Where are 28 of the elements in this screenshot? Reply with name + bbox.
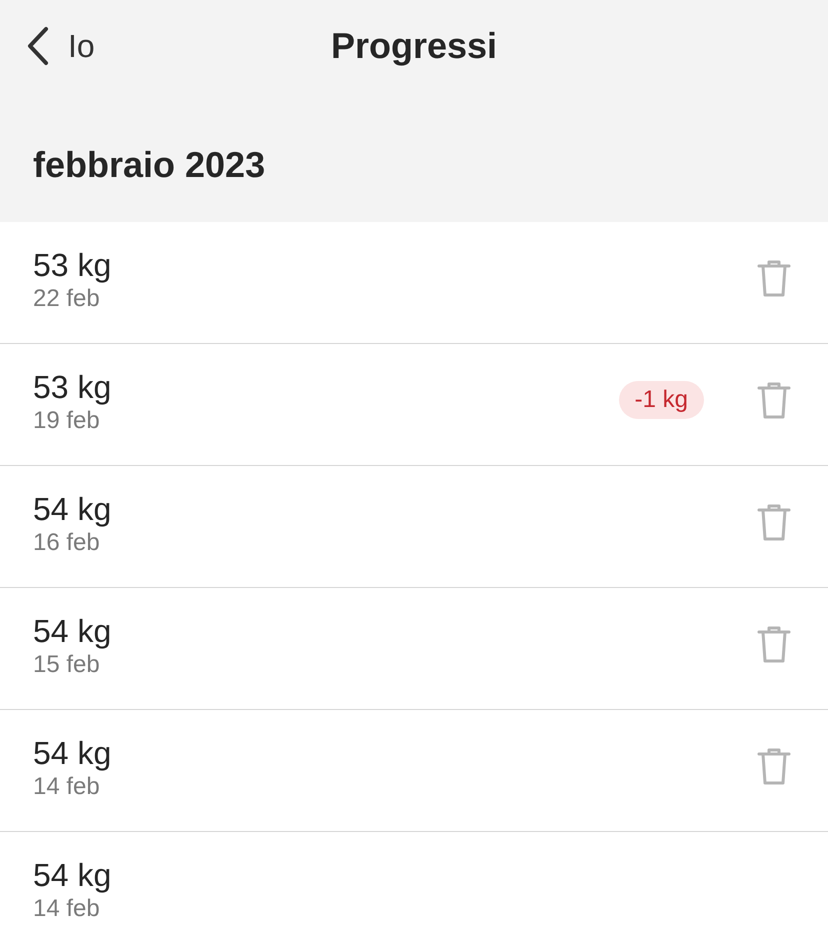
weight-value: 54 kg — [33, 734, 112, 772]
trash-icon[interactable] — [756, 380, 792, 420]
weight-change: -1 kg — [618, 380, 704, 418]
weight-entry-row[interactable]: 53 kg 19 feb -1 kg — [0, 344, 828, 466]
weight-entry-row[interactable]: 53 kg 22 feb — [0, 222, 828, 344]
weight-value: 53 kg — [33, 368, 112, 406]
entry-date: 14 feb — [33, 894, 101, 922]
weight-value: 54 kg — [33, 856, 112, 894]
trash-icon[interactable] — [756, 624, 792, 664]
entry-date: 19 feb — [33, 406, 101, 434]
weight-value: 53 kg — [33, 246, 112, 284]
trash-icon[interactable] — [756, 746, 792, 786]
weight-entry-row[interactable]: 54 kg 15 feb — [0, 588, 828, 710]
weight-value: 54 kg — [33, 612, 112, 650]
section-header: febbraio 2023 — [32, 143, 266, 186]
entry-date: 15 feb — [33, 650, 101, 678]
weight-entry-row[interactable]: 54 kg 14 feb — [0, 832, 828, 948]
weight-value: 54 kg — [33, 490, 112, 528]
chevron-left-icon — [26, 26, 50, 66]
entry-date: 14 feb — [33, 772, 101, 800]
weight-entry-row[interactable]: 54 kg 14 feb — [0, 710, 828, 832]
entry-date: 22 feb — [33, 284, 101, 312]
entry-date: 16 feb — [33, 528, 101, 556]
back-button[interactable]: Io — [26, 26, 95, 66]
trash-icon[interactable] — [756, 502, 792, 542]
screen-title: Progressi — [330, 25, 498, 67]
weight-entry-row[interactable]: 54 kg 16 feb — [0, 466, 828, 588]
trash-icon[interactable] — [756, 258, 792, 298]
